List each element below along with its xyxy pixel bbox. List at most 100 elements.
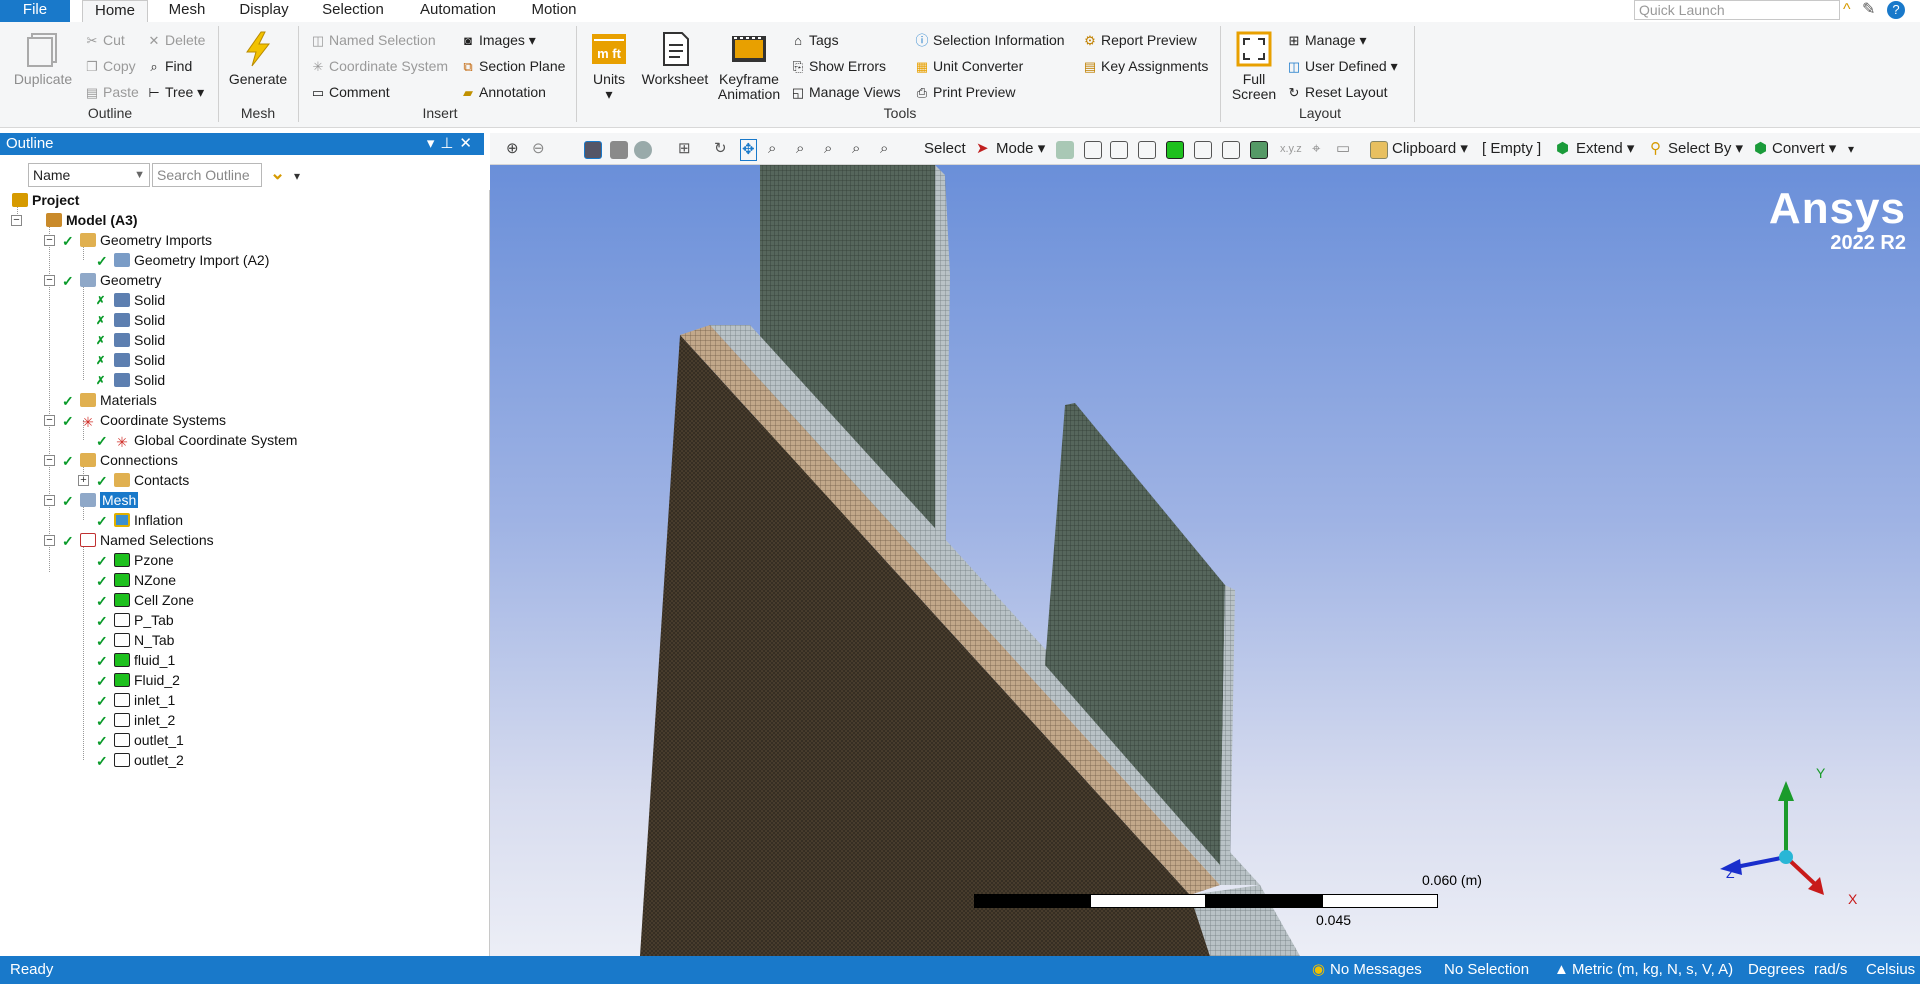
tab-mesh[interactable]: Mesh [160,0,214,24]
expand-toggle-icon[interactable]: − [44,455,55,466]
tree-named-selection-item[interactable]: ✓ Cell Zone [96,590,194,610]
tab-motion[interactable]: Motion [522,0,586,24]
find-button[interactable]: ⌕ Find [146,57,192,76]
worksheet-button[interactable]: Worksheet [636,30,714,87]
search-options-icon[interactable]: ▾ [294,169,300,183]
zoom-icon[interactable]: ⌕ [768,139,776,159]
tree-coordinate-systems[interactable]: ✓ ✳ Coordinate Systems [62,410,226,430]
tree-geometry-imports[interactable]: ✓ Geometry Imports [62,230,212,250]
tree-named-selection-item[interactable]: ✓ N_Tab [96,630,174,650]
tree-named-selection-item[interactable]: ✓ NZone [96,570,176,590]
graphics-viewport[interactable]: Ansys 2022 R2 0.060 (m) 0.045 Y Z X [490,165,1920,956]
coordinate-icon[interactable]: x.y.z [1280,139,1302,159]
annotation-button[interactable]: ▰ Annotation [460,83,546,102]
grid-icon[interactable]: ⊞ [678,139,691,159]
paste-button[interactable]: ▤ Paste [84,83,139,102]
file-menu[interactable]: File [0,0,70,22]
select-by-dropdown[interactable]: Select By ▾ [1668,139,1743,159]
magnifier-icon[interactable]: ⌕ [852,139,860,159]
zoom-in-icon[interactable]: ⊕ [506,139,519,159]
key-assignments-button[interactable]: ▤ Key Assignments [1082,57,1209,76]
expand-toggle-icon[interactable]: − [44,535,55,546]
copy-button[interactable]: ❐ Copy [84,57,136,76]
select-element-face-icon[interactable] [1250,141,1268,159]
select-element-icon[interactable] [1166,141,1184,159]
tree-named-selection-item[interactable]: ✓ outlet_1 [96,730,184,750]
user-defined-button[interactable]: ◫ User Defined ▾ [1286,57,1398,76]
manage-button[interactable]: ⊞ Manage ▾ [1286,31,1367,50]
mode-dropdown[interactable]: Mode ▾ [996,139,1045,159]
zoom-to-fit-icon[interactable]: ⌕ [824,139,832,159]
convert-dropdown[interactable]: Convert ▾ [1772,139,1836,159]
tree-contacts[interactable]: ✓ Contacts [96,470,189,490]
named-selection-button[interactable]: ◫ Named Selection [310,31,436,50]
tree-named-selection-item[interactable]: ✓ P_Tab [96,610,174,630]
manage-views-button[interactable]: ◱ Manage Views [790,83,901,102]
keyframe-animation-button[interactable]: Keyframe Animation [714,30,784,102]
duplicate-button[interactable]: Duplicate [10,30,76,87]
expand-toggle-icon[interactable]: − [44,415,55,426]
tree-named-selection-item[interactable]: ✓ Fluid_2 [96,670,180,690]
coordinate-system-button[interactable]: ✳ Coordinate System [310,57,449,76]
toolbar-overflow-icon[interactable]: ▾ [1848,139,1854,159]
tree-named-selection-item[interactable]: ✓ Pzone [96,550,174,570]
quick-launch-input[interactable]: Quick Launch [1634,0,1840,20]
select-body-icon[interactable] [1138,141,1156,159]
search-expand-icon[interactable]: ⌄ [270,163,285,184]
wireframe-view-icon[interactable] [610,141,628,159]
select-edge-icon[interactable] [1084,141,1102,159]
delete-button[interactable]: ✕ Delete [146,31,206,50]
tree-connections[interactable]: ✓ Connections [62,450,178,470]
tab-display[interactable]: Display [232,0,296,24]
full-screen-button[interactable]: Full Screen [1226,30,1282,102]
tree-geometry[interactable]: ✓ Geometry [62,270,161,290]
box-zoom-icon[interactable]: ⌕ [796,139,804,159]
select-face-icon[interactable] [1110,141,1128,159]
shaded-view-icon[interactable] [584,141,602,159]
edges-view-icon[interactable] [634,141,652,159]
images-button[interactable]: ◙ Images ▾ [460,31,536,50]
pane-menu-icon[interactable]: ▾ [427,135,441,152]
previous-view-icon[interactable]: ⌕ [880,139,888,159]
help-icon[interactable]: ? [1887,1,1905,19]
tree-button[interactable]: ⊢ Tree ▾ [146,83,204,102]
tree-materials[interactable]: ✓ Materials [62,390,157,410]
unit-converter-button[interactable]: ▦ Unit Converter [914,57,1023,76]
report-preview-button[interactable]: ⚙ Report Preview [1082,31,1197,50]
tree-mesh[interactable]: ✓ Mesh [62,490,139,510]
tree-named-selections[interactable]: ✓ Named Selections [62,530,214,550]
print-preview-button[interactable]: ⎙ Print Preview [914,83,1016,102]
search-outline-input[interactable]: Search Outline [152,163,262,187]
tab-home[interactable]: Home [82,0,148,24]
tree-model[interactable]: Model (A3) [46,210,138,230]
tree-solid[interactable]: ✗ Solid [96,310,165,330]
pan-icon[interactable]: ✥ [740,139,757,161]
selection-information-button[interactable]: ⓘ Selection Information [914,31,1064,50]
rotate-icon[interactable]: ↻ [714,139,727,159]
tree-named-selection-item[interactable]: ✓ inlet_2 [96,710,175,730]
messages-status[interactable]: No Messages [1330,956,1422,984]
units-menu-icon[interactable]: ▲ [1554,956,1569,984]
section-plane-button[interactable]: ⧉ Section Plane [460,57,565,76]
tree-solid[interactable]: ✗ Solid [96,370,165,390]
units-status[interactable]: Metric (m, kg, N, s, V, A) [1572,956,1733,984]
zoom-out-icon[interactable]: ⊖ [532,139,545,159]
expand-toggle-icon[interactable]: − [44,275,55,286]
collapse-ribbon-icon[interactable]: ^ [1843,1,1851,19]
tree-solid[interactable]: ✗ Solid [96,290,165,310]
show-errors-button[interactable]: ⎘ Show Errors [790,57,886,76]
reset-layout-button[interactable]: ↻ Reset Layout [1286,83,1388,102]
expand-toggle-icon[interactable]: − [44,235,55,246]
tree-solid[interactable]: ✗ Solid [96,330,165,350]
cut-button[interactable]: ✂ Cut [84,31,125,50]
select-mesh-icon[interactable] [1222,141,1240,159]
generate-button[interactable]: Generate [224,30,292,87]
close-icon[interactable]: ✕ [459,135,478,152]
select-button[interactable]: Select [924,139,966,159]
filter-type-select[interactable]: Name ▼ [28,163,150,187]
clipboard-dropdown[interactable]: Clipboard ▾ [1392,139,1468,159]
units-button[interactable]: m ft Units ▾ [584,30,634,102]
tree-project[interactable]: Project [12,190,79,210]
tree-named-selection-item[interactable]: ✓ inlet_1 [96,690,175,710]
tree-named-selection-item[interactable]: ✓ outlet_2 [96,750,184,770]
